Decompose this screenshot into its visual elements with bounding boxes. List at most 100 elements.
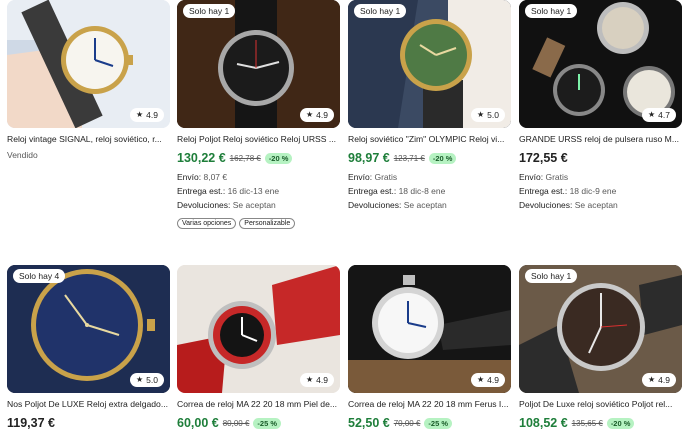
rating-value: 5.0 [146, 375, 158, 385]
shipping-label: Envío: [348, 172, 373, 182]
sale-price: 108,52 € [519, 416, 568, 429]
returns-value: Se aceptan [574, 200, 618, 210]
discount-badge: -20 % [264, 152, 293, 164]
stock-badge: Solo hay 4 [13, 269, 66, 283]
chip-options[interactable]: Varias opciones [177, 218, 237, 229]
listing-title[interactable]: Reloj Poljot Reloj soviético Reloj URSS … [177, 133, 340, 145]
delivery-label: Entrega est.: [177, 186, 226, 196]
price-row: 108,52 € 135,65 € -20 % [519, 416, 682, 429]
listing-image[interactable]: Solo hay 1 ★ 5.0 [348, 0, 511, 128]
rating-badge: ★ 4.9 [300, 373, 334, 387]
rating-badge: ★ 4.7 [642, 108, 676, 122]
rating-value: 4.9 [146, 110, 158, 120]
rating-value: 5.0 [487, 110, 499, 120]
returns-label: Devoluciones: [177, 200, 231, 210]
listing-title[interactable]: Nos Poljot De LUXE Reloj extra delgado..… [7, 398, 170, 410]
stock-badge: Solo hay 1 [183, 4, 236, 18]
sale-price: 98,97 € [348, 151, 390, 165]
listing-grid: ★ 4.9 Reloj vintage SIGNAL, reloj soviét… [0, 0, 690, 429]
price: 119,37 € [7, 416, 55, 429]
original-price: 80,00 € [222, 418, 250, 428]
rating-badge: ★ 5.0 [130, 373, 164, 387]
stock-badge: Solo hay 1 [525, 269, 578, 283]
rating-badge: ★ 4.9 [642, 373, 676, 387]
rating-badge: ★ 4.9 [471, 373, 505, 387]
listing-title[interactable]: GRANDE URSS reloj de pulsera ruso M... [519, 133, 682, 145]
star-icon: ★ [477, 375, 485, 384]
rating-value: 4.9 [316, 375, 328, 385]
listing-card[interactable]: Solo hay 1 ★ 4.7 GRANDE URSS reloj de pu… [519, 0, 682, 212]
sale-price: 52,50 € [348, 416, 390, 429]
price-row: 172,55 € [519, 151, 682, 165]
returns-value: Se aceptan [403, 200, 447, 210]
listing-title[interactable]: Reloj soviético "Zim" OLYMPIC Reloj vi..… [348, 133, 511, 145]
sale-price: 60,00 € [177, 416, 219, 429]
listing-image[interactable]: Solo hay 1 ★ 4.9 [177, 0, 340, 128]
original-price: 135,65 € [571, 418, 603, 428]
price-row: 130,22 € 162,78 € -20 % [177, 151, 340, 165]
original-price: 162,78 € [229, 153, 261, 163]
stock-badge: Solo hay 1 [525, 4, 578, 18]
listing-card[interactable]: Solo hay 1 ★ 5.0 Reloj soviético "Zim" O… [348, 0, 511, 212]
listing-title[interactable]: Reloj vintage SIGNAL, reloj soviético, r… [7, 133, 170, 145]
shipping-value: Gratis [374, 172, 398, 182]
rating-badge: ★ 5.0 [471, 108, 505, 122]
star-icon: ★ [136, 110, 144, 119]
chip-customizable[interactable]: Personalizable [239, 218, 296, 229]
discount-badge: -25 % [424, 417, 453, 429]
listing-image[interactable]: ★ 4.9 [177, 265, 340, 393]
discount-badge: -25 % [253, 417, 282, 429]
delivery-label: Entrega est.: [519, 186, 568, 196]
price-row: 98,97 € 123,71 € -20 % [348, 151, 511, 165]
listing-image[interactable]: Solo hay 1 ★ 4.9 [519, 265, 682, 393]
discount-badge: -20 % [606, 417, 635, 429]
stock-badge: Solo hay 1 [354, 4, 407, 18]
price: 172,55 € [519, 151, 568, 165]
listing-title[interactable]: Correa de reloj MA 22 20 18 mm Ferus I..… [348, 398, 511, 410]
listing-card[interactable]: ★ 4.9 Correa de reloj MA 22 20 18 mm Fer… [348, 265, 511, 429]
option-chips: Varias opciones Personalizable [177, 218, 340, 229]
listing-image[interactable]: Solo hay 4 ★ 5.0 [7, 265, 170, 393]
shipping-value: Gratis [545, 172, 569, 182]
listing-card[interactable]: Solo hay 1 ★ 4.9 Reloj Poljot Reloj sovi… [177, 0, 340, 229]
star-icon: ★ [306, 110, 314, 119]
star-icon: ★ [648, 110, 656, 119]
price-row: 60,00 € 80,00 € -25 % [177, 416, 340, 429]
original-price: 123,71 € [393, 153, 425, 163]
star-icon: ★ [477, 110, 485, 119]
returns-label: Devoluciones: [348, 200, 402, 210]
delivery-value: 18 dic-8 ene [398, 186, 446, 196]
original-price: 70,00 € [393, 418, 421, 428]
listing-image[interactable]: ★ 4.9 [348, 265, 511, 393]
star-icon: ★ [648, 375, 656, 384]
shipping-label: Envío: [519, 172, 544, 182]
listing-card[interactable]: Solo hay 4 ★ 5.0 Nos Poljot De LUXE Relo… [7, 265, 170, 429]
rating-value: 4.9 [658, 375, 670, 385]
listing-title[interactable]: Correa de reloj MA 22 20 18 mm Piel de..… [177, 398, 340, 410]
listing-title[interactable]: Poljot De Luxe reloj soviético Poljot re… [519, 398, 682, 410]
delivery-label: Entrega est.: [348, 186, 397, 196]
listing-meta: Envío: 8,07 € Entrega est.: 16 dic-13 en… [177, 170, 340, 212]
rating-value: 4.9 [487, 375, 499, 385]
rating-value: 4.9 [316, 110, 328, 120]
listing-image[interactable]: ★ 4.9 [7, 0, 170, 128]
star-icon: ★ [136, 375, 144, 384]
shipping-label: Envío: [177, 172, 202, 182]
sale-price: 130,22 € [177, 151, 226, 165]
listing-meta: Envío: Gratis Entrega est.: 18 dic-8 ene… [348, 170, 511, 212]
returns-label: Devoluciones: [519, 200, 573, 210]
rating-value: 4.7 [658, 110, 670, 120]
shipping-value: 8,07 € [203, 172, 228, 182]
listing-meta: Envío: Gratis Entrega est.: 18 dic-9 ene… [519, 170, 682, 212]
listing-image[interactable]: Solo hay 1 ★ 4.7 [519, 0, 682, 128]
delivery-value: 16 dic-13 ene [227, 186, 280, 196]
discount-badge: -20 % [428, 152, 457, 164]
rating-badge: ★ 4.9 [300, 108, 334, 122]
delivery-value: 18 dic-9 ene [569, 186, 617, 196]
listing-card[interactable]: ★ 4.9 Reloj vintage SIGNAL, reloj soviét… [7, 0, 170, 160]
price-row: 119,37 € [7, 416, 170, 429]
listing-card[interactable]: ★ 4.9 Correa de reloj MA 22 20 18 mm Pie… [177, 265, 340, 429]
listing-card[interactable]: Solo hay 1 ★ 4.9 Poljot De Luxe reloj so… [519, 265, 682, 429]
returns-value: Se aceptan [232, 200, 276, 210]
price-row: 52,50 € 70,00 € -25 % [348, 416, 511, 429]
